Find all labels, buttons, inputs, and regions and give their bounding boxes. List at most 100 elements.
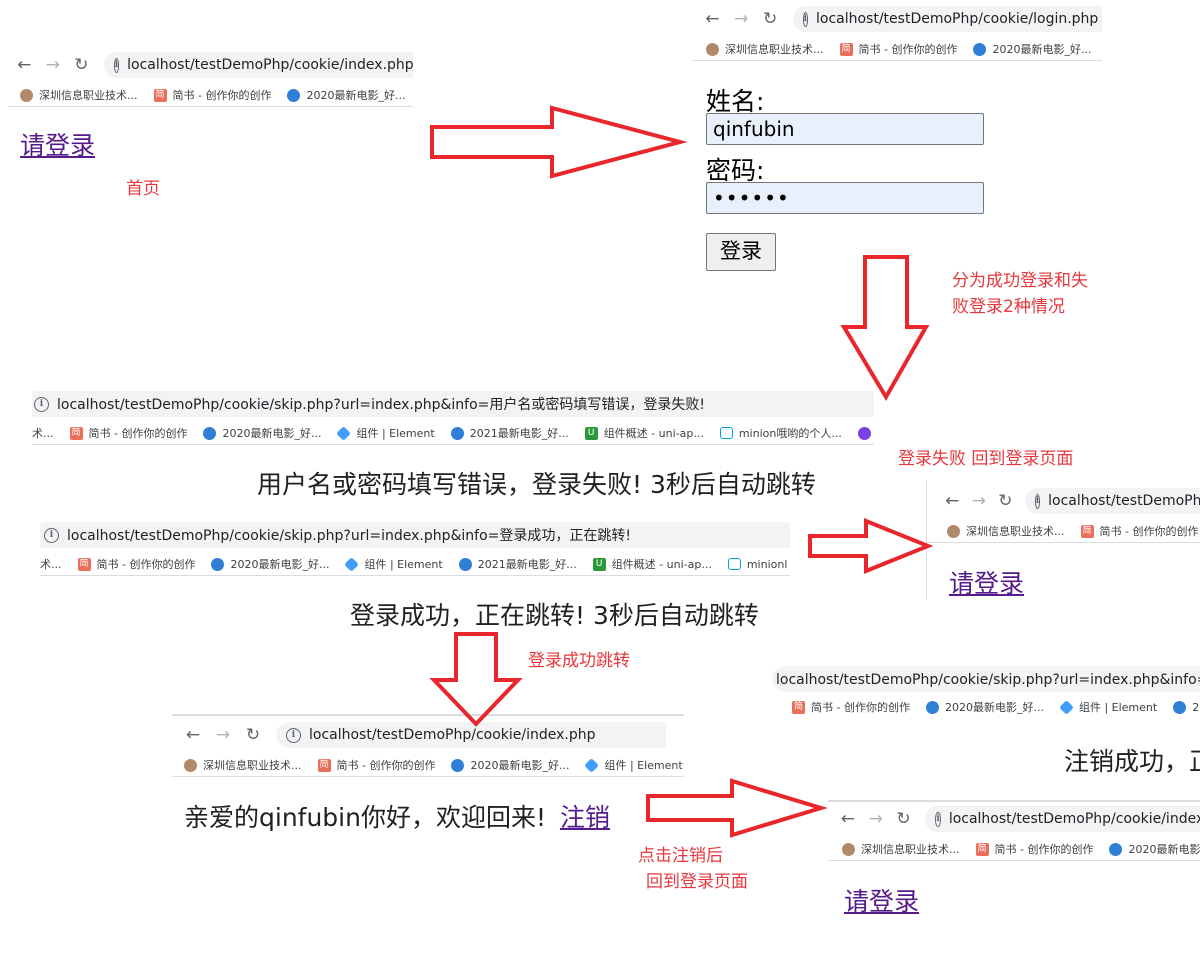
bookmark-item[interactable]: 2020最新电影_好... <box>287 87 405 103</box>
bookmark-item[interactable]: 2 <box>1173 700 1199 714</box>
bookmark-item[interactable]: minionl <box>727 558 787 571</box>
bookmark-item[interactable]: 简简书 - 创作你的创作 <box>792 699 910 715</box>
login-page-screenshot: ← → ↻ i localhost/testDemoPhp/cookie/logi… <box>692 0 1102 280</box>
movie-site-icon <box>287 88 301 102</box>
address-bar-url: localhost/testDemoPhp/cookie/login.php <box>816 11 1099 27</box>
bookmark-item[interactable]: 简简书 - 创作你的创作 <box>1080 523 1198 539</box>
element-icon <box>336 425 352 441</box>
login-link[interactable]: 请登录 <box>844 882 919 918</box>
bookmark-item[interactable]: 简简书 - 创作你的创作 <box>317 757 435 773</box>
back-icon[interactable]: ← <box>14 55 35 75</box>
school-icon <box>947 524 960 538</box>
logout-link[interactable]: 注销 <box>560 803 610 832</box>
forward-icon[interactable]: → <box>970 491 989 511</box>
bookmark-item[interactable]: 术... <box>32 425 54 441</box>
bookmark-item[interactable]: 深圳信息职业技术... <box>184 757 302 773</box>
bookmark-item[interactable]: ic <box>857 426 874 440</box>
bookmarks-bar: 术... 简简书 - 创作你的创作 2020最新电影_好... 组件 | Ele… <box>40 553 790 576</box>
bookmark-item[interactable]: 2021最新电影_好... <box>450 425 569 441</box>
address-bar[interactable]: localhost/testDemoPhp/cookie/skip.php?ur… <box>772 666 1200 692</box>
login-link[interactable]: 请登录 <box>949 564 1024 600</box>
address-bar[interactable]: i localhost/testDemoPhp/cookie/index. <box>925 806 1200 832</box>
info-icon[interactable]: i <box>286 727 301 743</box>
forward-icon[interactable]: → <box>212 725 234 745</box>
info-icon[interactable]: i <box>44 527 59 543</box>
bookmark-item[interactable]: 组件 | Element <box>1059 699 1157 715</box>
jianshu-icon: 简 <box>1080 524 1094 538</box>
reload-icon[interactable]: ↻ <box>71 55 92 75</box>
bookmark-item[interactable]: 简简书 - 创作你的创作 <box>153 87 271 103</box>
index-page-screenshot: ← → ↻ i localhost/testDemoPhp/cookie/inde… <box>8 46 413 196</box>
welcome-greeting: 亲爱的qinfubin你好，欢迎回来! 注销 <box>184 798 610 834</box>
info-icon[interactable]: i <box>802 11 808 27</box>
jianshu-icon: 简 <box>975 842 989 856</box>
login-submit-button[interactable]: 登录 <box>706 233 776 271</box>
bookmark-item[interactable]: 深圳信息职业技术... <box>20 87 138 103</box>
bookmark-item[interactable]: 2020最新电影 <box>1109 841 1200 857</box>
bookmarks-bar: 深圳信息职业技术... 简简书 - 创作你的创作 <box>927 520 1200 543</box>
bookmark-item[interactable]: 2020最新电影_好... <box>451 757 569 773</box>
bookmark-item[interactable]: 2020最新电影_好... <box>203 425 321 441</box>
greeting-text: 亲爱的qinfubin你好，欢迎回来! <box>184 803 546 832</box>
address-bar[interactable]: i localhost/testDemoPhp/cookie/login.php <box>792 6 1102 32</box>
bookmark-item[interactable]: 组件 | Element <box>584 757 683 773</box>
element-icon <box>344 556 360 572</box>
back-icon[interactable]: ← <box>702 9 723 29</box>
bookmark-item[interactable]: 简简书 - 创作你的创作 <box>839 41 957 57</box>
reload-icon[interactable]: ↻ <box>996 491 1015 511</box>
movie-site-icon <box>451 758 465 772</box>
bookmarks-bar: 深圳信息职业技术... 简简书 - 创作你的创作 2020最新电影 <box>828 838 1200 861</box>
forward-icon[interactable]: → <box>866 809 886 829</box>
bookmark-item[interactable]: 深圳信息职业技术... <box>706 41 824 57</box>
browser-toolbar: ← → ↻ i localhost/testDemoPhp/cookie/inde… <box>828 804 1200 834</box>
forward-icon[interactable]: → <box>43 55 64 75</box>
bookmark-item[interactable]: 简简书 - 创作你的创作 <box>975 841 1093 857</box>
bookmark-item[interactable]: 2021最新电影_好... <box>458 556 577 572</box>
bookmark-item[interactable]: 2020最新电影_好... <box>925 699 1044 715</box>
address-bar[interactable]: i localhost/testDemoPhp/cookie/skip.php?u… <box>32 391 874 417</box>
info-icon[interactable]: i <box>34 396 49 412</box>
jianshu-icon: 简 <box>792 700 805 714</box>
bookmark-item[interactable]: 组件 | Element <box>336 425 435 441</box>
bookmark-item[interactable]: 深圳信息职业技术... <box>842 841 960 857</box>
address-bar[interactable]: i localhost/testDemoPhp/cookie/index.php <box>103 52 413 78</box>
purple-site-icon <box>857 426 871 440</box>
address-bar[interactable]: i localhost/testDemoPhp/cookie/skip.php?u… <box>40 522 790 548</box>
bookmark-item[interactable]: 简简书 - 创作你的创作 <box>77 556 195 572</box>
success-message: 登录成功，正在跳转! 3秒后自动跳转 <box>350 601 759 630</box>
arrow-right-icon <box>808 518 934 574</box>
forward-icon[interactable]: → <box>731 9 752 29</box>
bookmark-item[interactable]: 术... <box>40 556 62 572</box>
bookmark-item[interactable]: 简简书 - 创作你的创作 <box>69 425 187 441</box>
school-icon <box>706 42 719 56</box>
reload-icon[interactable]: ↻ <box>242 725 264 745</box>
logout-message: 注销成功，正 <box>1064 747 1200 776</box>
success-note: 登录成功跳转 <box>528 651 630 671</box>
address-bar[interactable]: i localhost/testDemoPhp <box>1024 488 1200 514</box>
browser-toolbar: ← → ↻ i localhost/testDemoPhp/cookie/logi… <box>692 4 1102 34</box>
password-field[interactable]: •••••• <box>706 182 984 214</box>
browser-toolbar: i localhost/testDemoPhp/cookie/skip.php?u… <box>40 520 790 550</box>
bookmark-item[interactable]: U 组件概述 - uni-ap... <box>584 425 704 441</box>
movie-site-icon <box>925 700 939 714</box>
bookmark-item[interactable]: 2020最新电影_好... <box>211 556 329 572</box>
back-icon[interactable]: ← <box>838 809 858 829</box>
bookmark-item[interactable]: 2020最新电影_好... <box>973 41 1091 57</box>
bookmark-item[interactable]: 组件 | Element <box>344 556 443 572</box>
bookmark-item[interactable]: 深圳信息职业技术... <box>947 523 1065 539</box>
bookmark-item[interactable]: minion哦哟的个人... <box>719 425 842 441</box>
bilibili-icon <box>727 558 741 570</box>
login-success-page-screenshot: i localhost/testDemoPhp/cookie/skip.php?u… <box>40 518 790 638</box>
back-icon[interactable]: ← <box>943 491 962 511</box>
movie-site-icon <box>1109 842 1123 856</box>
reload-icon[interactable]: ↻ <box>894 809 914 829</box>
info-icon[interactable]: i <box>113 57 120 73</box>
bookmark-item[interactable]: U 组件概述 - uni-ap... <box>592 556 712 572</box>
info-icon[interactable]: i <box>1034 493 1041 509</box>
reload-icon[interactable]: ↻ <box>760 9 781 29</box>
login-link[interactable]: 请登录 <box>20 126 95 162</box>
info-icon[interactable]: i <box>935 811 941 827</box>
back-icon[interactable]: ← <box>182 725 204 745</box>
browser-toolbar: i localhost/testDemoPhp/cookie/skip.php?u… <box>32 389 874 419</box>
name-field[interactable]: qinfubin <box>706 113 984 145</box>
